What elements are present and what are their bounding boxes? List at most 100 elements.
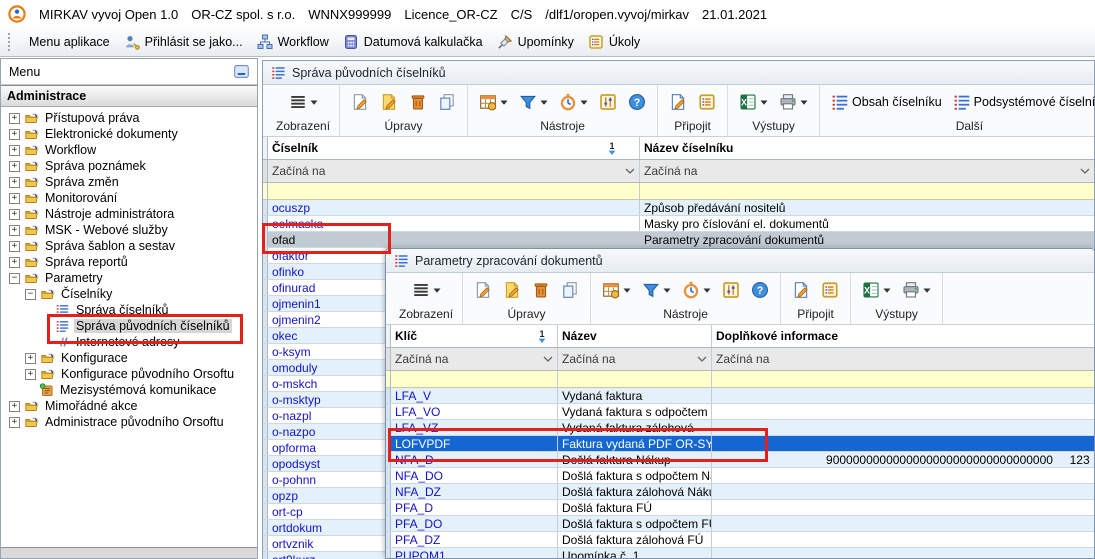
copy-button[interactable] [559,279,581,301]
expand-icon[interactable]: + [9,129,20,140]
table-row-nfa-d[interactable]: NFA_DDošlá faktura Nákup 900000000000000… [386,452,1094,468]
tree-item-monitorovani[interactable]: +Monitorování [1,190,257,206]
tree-item-sprava-ciselniku[interactable]: Správa číselníků [1,302,257,318]
column-header-klic[interactable]: Klíč 1 [391,325,558,347]
toolbar-drag-handle[interactable] [8,33,14,51]
printer-button[interactable] [777,91,810,113]
dropdown-caret-icon[interactable] [540,100,548,105]
dialog-grid-new-row[interactable] [386,371,1094,388]
tree-item-konfigurace[interactable]: +Konfigurace [1,350,257,366]
filter-dropdown-icon[interactable] [625,168,635,174]
table-row-lfa-v[interactable]: LFA_VVydaná faktura [386,388,1094,404]
expand-icon[interactable]: + [9,417,20,428]
attach-edit-button[interactable] [667,91,689,113]
menubar-item-ukoly[interactable]: Úkoly [581,31,647,53]
column-header-ciselnik[interactable]: Číselník 1 [268,137,640,159]
table-row-ofad[interactable]: ofadParametry zpracování dokumentů [263,232,1094,248]
obsah-ciselniku-button[interactable]: Obsah číselníku [829,91,944,113]
collapse-icon[interactable]: − [9,273,20,284]
tree-item-sprava-sablon-a-sestav[interactable]: +Správa šablon a sestav [1,238,257,254]
column-header-nazev-ciselniku[interactable]: Název číselníku [640,137,1094,159]
help-button[interactable]: ? [626,91,648,113]
sidebar-group-header[interactable]: Administrace [1,85,257,107]
menubar-item-prihlasit-se-jako[interactable]: Přihlásit se jako... [117,31,250,53]
podsystemove-ciselniky-button[interactable]: Podsystémové číselníky [951,91,1095,113]
tree-item-msk-webove-sluzby[interactable]: +MSK - Webové služby [1,222,257,238]
dropdown-caret-icon[interactable] [663,288,671,293]
menubar-item-upominky[interactable]: Upomínky [490,31,581,53]
expand-icon[interactable]: + [9,257,20,268]
table-row-lofvpdf[interactable]: LOFVPDFFaktura vydaná PDF OR-SYSTEM Open [386,436,1094,452]
table-row-pupom1[interactable]: PUPOM1Upomínka č. 1 [386,548,1094,559]
table-tools-button[interactable] [477,91,510,113]
collapse-icon[interactable]: − [25,289,36,300]
expand-icon[interactable]: + [9,401,20,412]
view-list-button[interactable] [410,279,443,301]
table-row-pfa-d[interactable]: PFA_DDošlá faktura FÚ [386,500,1094,516]
filter-dropdown-icon[interactable] [543,356,553,362]
dropdown-caret-icon[interactable] [433,288,441,293]
tree-item-ciselniky[interactable]: −Číselníky [1,286,257,302]
trash-button[interactable] [407,91,429,113]
expand-icon[interactable]: + [25,353,36,364]
filter-cell-nazev[interactable]: Začíná na [558,348,712,370]
table-row-ocuszp[interactable]: ocuszpZpůsob předávání nositelů [263,200,1094,216]
expand-icon[interactable]: + [9,113,20,124]
dropdown-caret-icon[interactable] [800,100,808,105]
filter-cell-doplnkove[interactable]: Začíná na [712,348,1094,370]
tree-item-administrace-puvodniho-orsoftu[interactable]: +Administrace původního Orsoftu [1,414,257,430]
tree-item-mimoradne-akce[interactable]: +Mimořádné akce [1,398,257,414]
attach-edit-button[interactable] [790,279,812,301]
tree-item-pristupova-prava[interactable]: +Přístupová práva [1,110,257,126]
tree-item-sprava-reportu[interactable]: +Správa reportů [1,254,257,270]
expand-icon[interactable]: + [9,241,20,252]
table-row-pfa-dz[interactable]: PFA_DZDošlá faktura zálohová FÚ [386,532,1094,548]
tree-item-sprava-puvodnich-ciselniku[interactable]: Správa původních číselníků [1,318,257,334]
table-row-nfa-dz[interactable]: NFA_DZDošlá faktura zálohová Nákup [386,484,1094,500]
tree-item-workflow[interactable]: +Workflow [1,142,257,158]
column-header-doplnkove-informace[interactable]: Doplňkové informace [712,325,1094,347]
dropdown-caret-icon[interactable] [923,288,931,293]
tree-item-sprava-poznamek[interactable]: +Správa poznámek [1,158,257,174]
expand-icon[interactable]: + [9,177,20,188]
table-row-lfa-vo[interactable]: LFA_VOVydaná faktura s odpočtem [386,404,1094,420]
expand-icon[interactable]: + [9,209,20,220]
dropdown-caret-icon[interactable] [703,288,711,293]
attach-list-button[interactable] [696,91,718,113]
table-row-pfa-do[interactable]: PFA_DODošlá faktura s odpočtem FÚ [386,516,1094,532]
dropdown-caret-icon[interactable] [623,288,631,293]
filter-cell-klic[interactable]: Začíná na [391,348,558,370]
excel-button[interactable]: X [860,279,893,301]
tree-item-internetove-adresy[interactable]: Internetové adresy [1,334,257,350]
menubar-item-datumova-kalkulacka[interactable]: Datumová kalkulačka [336,31,490,53]
tree-item-mezisystemova-komunikace[interactable]: Mezisystémová komunikace [1,382,257,398]
stopwatch-button[interactable] [680,279,713,301]
tree-item-parametry[interactable]: −Parametry [1,270,257,286]
excel-button[interactable]: X [737,91,770,113]
page-edit-button[interactable] [378,91,400,113]
dropdown-caret-icon[interactable] [500,100,508,105]
attach-list-button[interactable] [819,279,841,301]
column-header-nazev[interactable]: Název [558,325,712,347]
dropdown-caret-icon[interactable] [580,100,588,105]
stopwatch-button[interactable] [557,91,590,113]
page-new-button[interactable] [349,91,371,113]
dropdown-caret-icon[interactable] [310,100,318,105]
view-list-button[interactable] [287,91,320,113]
menubar-item-menu-aplikace[interactable]: Menu aplikace [22,32,117,52]
table-tools-button[interactable] [600,279,633,301]
help-button[interactable]: ? [749,279,771,301]
printer-button[interactable] [900,279,933,301]
funnel-button[interactable] [640,279,673,301]
dropdown-caret-icon[interactable] [760,100,768,105]
expand-icon[interactable]: + [9,145,20,156]
trash-button[interactable] [530,279,552,301]
dropdown-caret-icon[interactable] [883,288,891,293]
table-row-oelmaska[interactable]: oelmaskaMasky pro číslování el. dokument… [263,216,1094,232]
tree-item-nastroje-administratora[interactable]: +Nástroje administrátora [1,206,257,222]
filter-cell-ciselnik[interactable]: Začíná na [268,160,640,182]
collapse-sidebar-button[interactable] [234,65,249,78]
table-row-lfa-vz[interactable]: LFA_VZVydaná faktura zálohová [386,420,1094,436]
expand-icon[interactable]: + [9,161,20,172]
main-grid-new-row[interactable] [263,183,1094,200]
